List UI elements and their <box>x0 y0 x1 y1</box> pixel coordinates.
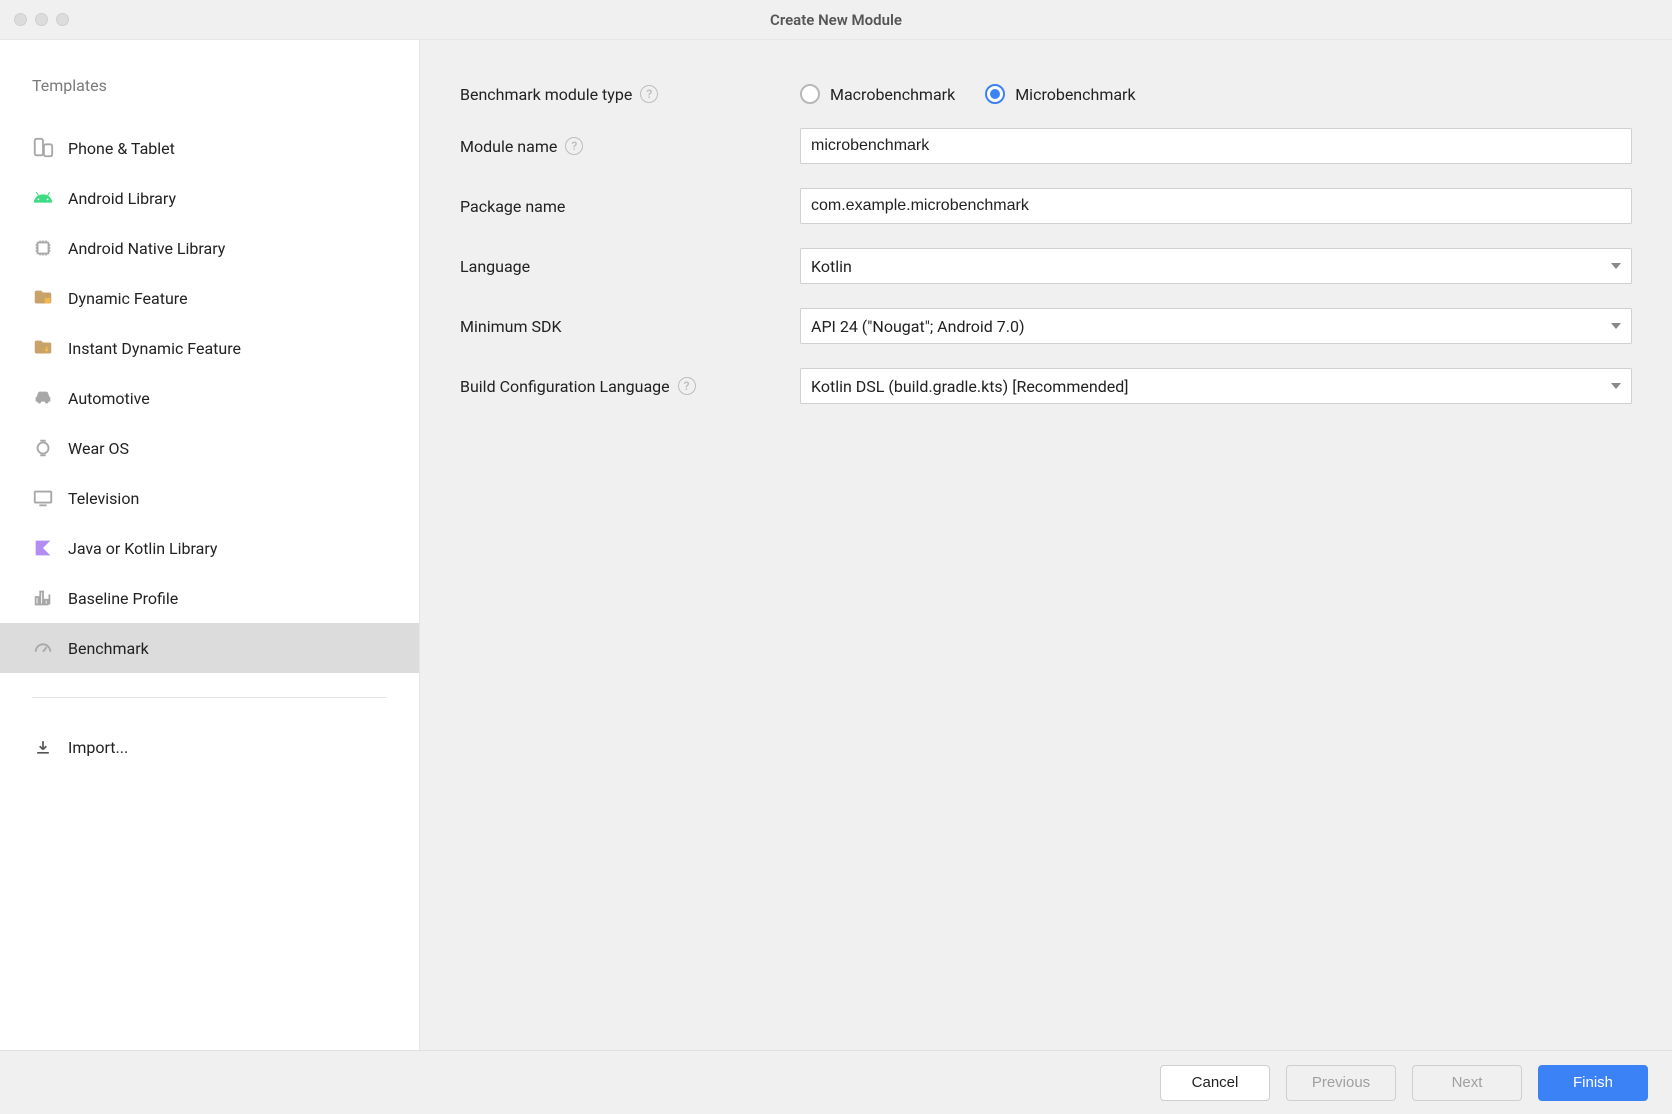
sidebar-item-label: Java or Kotlin Library <box>68 539 217 558</box>
sidebar-item-java-or-kotlin-library[interactable]: Java or Kotlin Library <box>0 523 419 573</box>
benchmark_type-radio-group: Macrobenchmark Microbenchmark <box>800 84 1632 104</box>
help-icon[interactable]: ? <box>640 85 658 103</box>
sidebar-item-label: Dynamic Feature <box>68 289 188 308</box>
benchmark_type-option-macrobenchmark[interactable]: Macrobenchmark <box>800 84 955 104</box>
sidebar-item-import[interactable]: Import... <box>0 722 419 772</box>
sidebar-item-television[interactable]: Television <box>0 473 419 523</box>
android-icon <box>32 187 54 209</box>
sidebar-item-dynamic-feature[interactable]: Dynamic Feature <box>0 273 419 323</box>
form-row-benchmark_type: Benchmark module type? Macrobenchmark Micr… <box>460 84 1632 104</box>
select-value: Kotlin <box>811 257 852 276</box>
car-icon <box>32 387 54 409</box>
sidebar-item-label: Android Native Library <box>68 239 225 258</box>
sidebar-item-label: Television <box>68 489 139 508</box>
import-icon <box>32 736 54 758</box>
close-window-icon[interactable] <box>14 13 27 26</box>
sidebar-item-automotive[interactable]: Automotive <box>0 373 419 423</box>
form-row-module_name: Module name? <box>460 128 1632 164</box>
language-select[interactable]: Kotlin <box>800 248 1632 284</box>
min_sdk-select[interactable]: API 24 ("Nougat"; Android 7.0) <box>800 308 1632 344</box>
sidebar-item-label: Baseline Profile <box>68 589 178 608</box>
window-title: Create New Module <box>770 11 902 29</box>
form-label: Benchmark module type <box>460 85 632 104</box>
form-area: Benchmark module type? Macrobenchmark Micr… <box>420 40 1672 1050</box>
help-icon[interactable]: ? <box>565 137 583 155</box>
sidebar-item-label: Automotive <box>68 389 150 408</box>
select-value: Kotlin DSL (build.gradle.kts) [Recommend… <box>811 377 1128 396</box>
sidebar-item-label: Instant Dynamic Feature <box>68 339 241 358</box>
form-row-package_name: Package name <box>460 188 1632 224</box>
cancel-button[interactable]: Cancel <box>1160 1065 1270 1101</box>
dialog-footer: Cancel Previous Next Finish <box>0 1050 1672 1114</box>
form-label: Minimum SDK <box>460 317 561 336</box>
templates-sidebar: Templates Phone & Tablet Android Library A… <box>0 40 420 1050</box>
next-button[interactable]: Next <box>1412 1065 1522 1101</box>
radio-icon <box>800 84 820 104</box>
form-label: Package name <box>460 197 565 216</box>
sidebar-heading: Templates <box>0 76 419 123</box>
folder-instant-icon <box>32 337 54 359</box>
benchmark-icon <box>32 637 54 659</box>
sidebar-item-instant-dynamic-feature[interactable]: Instant Dynamic Feature <box>0 323 419 373</box>
help-icon[interactable]: ? <box>678 377 696 395</box>
previous-button[interactable]: Previous <box>1286 1065 1396 1101</box>
form-row-build_config_lang: Build Configuration Language? Kotlin DSL … <box>460 368 1632 404</box>
sidebar-item-label: Phone & Tablet <box>68 139 175 158</box>
kotlin-icon <box>32 537 54 559</box>
titlebar: Create New Module <box>0 0 1672 40</box>
minimize-window-icon[interactable] <box>35 13 48 26</box>
watch-icon <box>32 437 54 459</box>
sidebar-item-baseline-profile[interactable]: Baseline Profile <box>0 573 419 623</box>
form-label: Build Configuration Language <box>460 377 670 396</box>
build_config_lang-select[interactable]: Kotlin DSL (build.gradle.kts) [Recommend… <box>800 368 1632 404</box>
sidebar-item-phone-tablet[interactable]: Phone & Tablet <box>0 123 419 173</box>
tv-icon <box>32 487 54 509</box>
radio-icon <box>985 84 1005 104</box>
sidebar-item-label: Import... <box>68 738 128 757</box>
sidebar-item-label: Wear OS <box>68 439 129 458</box>
finish-button[interactable]: Finish <box>1538 1065 1648 1101</box>
form-row-language: Language Kotlin <box>460 248 1632 284</box>
module_name-input[interactable] <box>800 128 1632 164</box>
sidebar-item-label: Benchmark <box>68 639 149 658</box>
folder-dyn-icon <box>32 287 54 309</box>
sidebar-item-label: Android Library <box>68 189 176 208</box>
form-label: Language <box>460 257 530 276</box>
benchmark_type-option-microbenchmark[interactable]: Microbenchmark <box>985 84 1135 104</box>
sidebar-item-android-library[interactable]: Android Library <box>0 173 419 223</box>
sidebar-item-android-native-library[interactable]: Android Native Library <box>0 223 419 273</box>
window-controls <box>14 13 69 26</box>
sidebar-divider <box>32 697 387 698</box>
form-row-min_sdk: Minimum SDK API 24 ("Nougat"; Android 7.0… <box>460 308 1632 344</box>
radio-label: Microbenchmark <box>1015 85 1135 104</box>
sidebar-item-benchmark[interactable]: Benchmark <box>0 623 419 673</box>
select-value: API 24 ("Nougat"; Android 7.0) <box>811 317 1025 336</box>
phone-tablet-icon <box>32 137 54 159</box>
radio-label: Macrobenchmark <box>830 85 955 104</box>
chip-icon <box>32 237 54 259</box>
sidebar-item-wear-os[interactable]: Wear OS <box>0 423 419 473</box>
form-label: Module name <box>460 137 557 156</box>
baseline-icon <box>32 587 54 609</box>
zoom-window-icon[interactable] <box>56 13 69 26</box>
package_name-input[interactable] <box>800 188 1632 224</box>
